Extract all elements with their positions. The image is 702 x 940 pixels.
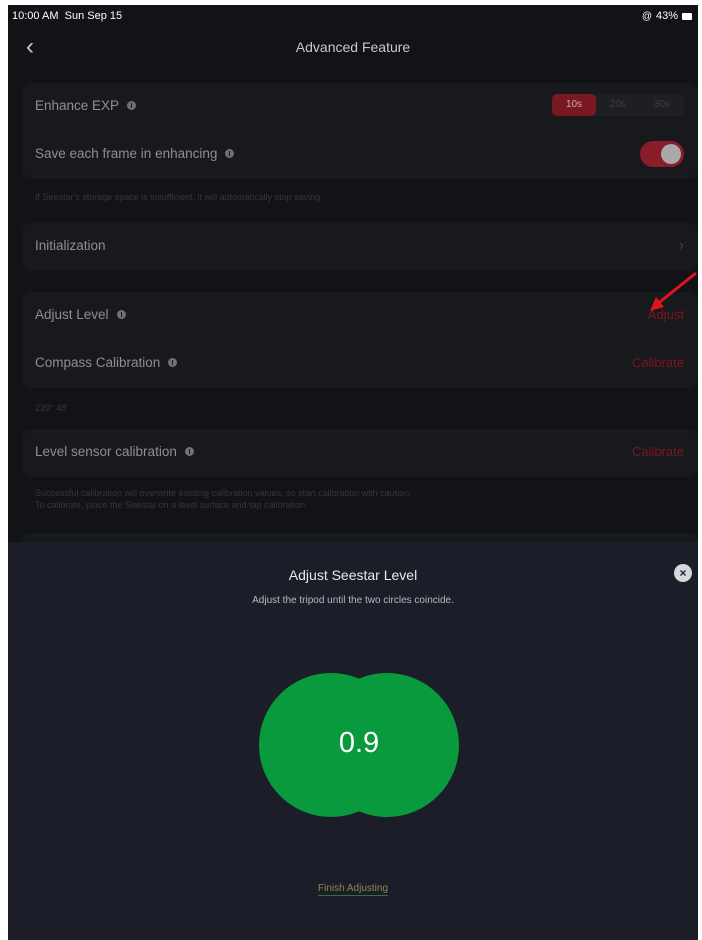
status-time-date: 10:00 AM Sun Sep 15 xyxy=(12,10,122,22)
sheet-subtitle: Adjust the tripod until the two circles … xyxy=(252,595,454,606)
close-icon[interactable]: × xyxy=(674,564,692,582)
exp-option-30s[interactable]: 30s xyxy=(640,94,684,116)
annotation-arrow-icon xyxy=(650,271,697,311)
level-sensor-note: Successful calibration will overwrite ex… xyxy=(35,487,412,511)
level-sensor-label: Level sensor calibration xyxy=(35,444,194,459)
save-frames-text: Save each frame in enhancing xyxy=(35,146,218,161)
compass-calibrate-button[interactable]: Calibrate xyxy=(632,355,684,370)
initialization-row[interactable]: Initialization › xyxy=(22,223,698,271)
compass-calibration-label: Compass Calibration xyxy=(35,355,178,370)
sheet-title: Adjust Seestar Level xyxy=(288,567,418,583)
level-sensor-card: Level sensor calibration Calibrate xyxy=(22,429,698,477)
toggle-knob xyxy=(661,144,681,164)
level-reading: 0.9 xyxy=(338,727,380,759)
adjust-level-sheet: Adjust Seestar Level × Adjust the tripod… xyxy=(8,542,698,940)
compass-calibration-row: Compass Calibration Calibrate xyxy=(22,340,698,388)
level-sensor-text: Level sensor calibration xyxy=(35,444,177,459)
info-icon[interactable] xyxy=(225,149,235,158)
info-icon[interactable] xyxy=(116,310,126,319)
status-time: 10:00 AM xyxy=(12,10,59,22)
exp-option-10s[interactable]: 10s xyxy=(552,94,596,116)
enhance-card: Enhance EXP 10s 20s 30s Save each frame … xyxy=(22,83,698,179)
enhance-exp-text: Enhance EXP xyxy=(35,98,120,113)
finish-adjusting-row: Finish Adjusting xyxy=(8,883,698,896)
status-bar: 10:00 AM Sun Sep 15 @ 43% xyxy=(8,5,698,27)
compass-calibration-text: Compass Calibration xyxy=(35,355,161,370)
save-frames-toggle[interactable] xyxy=(640,141,684,167)
compass-value: 229° 48' xyxy=(35,403,68,413)
status-right: @ 43% xyxy=(642,10,692,22)
save-frames-label: Save each frame in enhancing xyxy=(35,146,235,161)
chevron-right-icon: › xyxy=(678,237,684,254)
location-icon: @ xyxy=(641,10,652,22)
initialization-card[interactable]: Initialization › xyxy=(22,223,698,271)
initialization-label: Initialization xyxy=(35,238,106,253)
adjust-level-label: Adjust Level xyxy=(35,307,126,322)
level-sensor-calibrate-button[interactable]: Calibrate xyxy=(632,444,684,459)
nav-header: ‹ Advanced Feature xyxy=(8,29,698,65)
enhance-exp-label: Enhance EXP xyxy=(35,98,137,113)
level-sensor-note-line1: Successful calibration will overwrite ex… xyxy=(35,488,412,498)
initialization-text: Initialization xyxy=(35,238,106,253)
enhance-exp-row: Enhance EXP 10s 20s 30s xyxy=(22,83,698,131)
status-date: Sun Sep 15 xyxy=(64,10,123,22)
adjust-level-row: Adjust Level Adjust xyxy=(22,292,698,340)
info-icon[interactable] xyxy=(127,101,137,110)
level-sensor-note-line2: To calibrate, place the Seestar on a lev… xyxy=(35,500,308,510)
screen: 10:00 AM Sun Sep 15 @ 43% ‹ Advanced Fea… xyxy=(8,5,698,940)
level-sensor-row: Level sensor calibration Calibrate xyxy=(22,429,698,477)
level-compass-card: Adjust Level Adjust Compass Calibration … xyxy=(22,292,698,388)
enhance-exp-selector[interactable]: 10s 20s 30s xyxy=(552,94,684,116)
info-icon[interactable] xyxy=(184,447,194,456)
finish-adjusting-button[interactable]: Finish Adjusting xyxy=(317,883,389,896)
save-frames-row: Save each frame in enhancing xyxy=(22,131,698,179)
adjust-level-text: Adjust Level xyxy=(35,307,109,322)
battery-percent: 43% xyxy=(655,10,678,22)
page-title: Advanced Feature xyxy=(295,39,411,55)
save-frames-note: If Seestar's storage space is insufficie… xyxy=(35,192,321,202)
info-icon[interactable] xyxy=(168,358,178,367)
battery-icon xyxy=(682,12,692,20)
exp-option-20s[interactable]: 20s xyxy=(596,94,640,116)
